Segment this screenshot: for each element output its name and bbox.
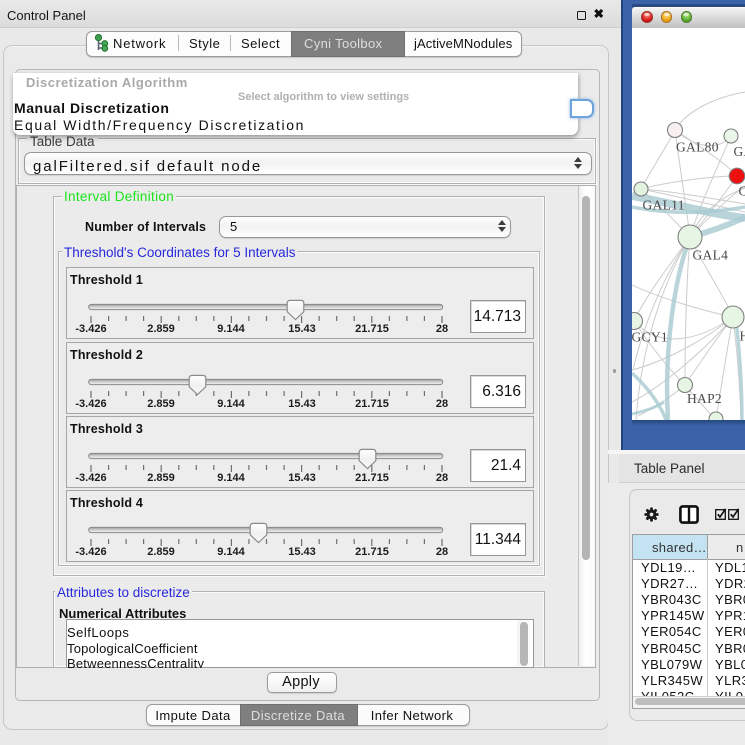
svg-text:C: C bbox=[739, 184, 745, 199]
svg-text:GCY1: GCY1 bbox=[632, 330, 668, 345]
svg-text:GAL11: GAL11 bbox=[643, 198, 685, 213]
svg-text:GAL4: GAL4 bbox=[693, 248, 729, 263]
svg-text:H: H bbox=[740, 329, 745, 344]
svg-text:HAP2: HAP2 bbox=[687, 391, 722, 406]
svg-text:GAL80: GAL80 bbox=[676, 140, 719, 155]
svg-text:GA: GA bbox=[734, 144, 745, 159]
